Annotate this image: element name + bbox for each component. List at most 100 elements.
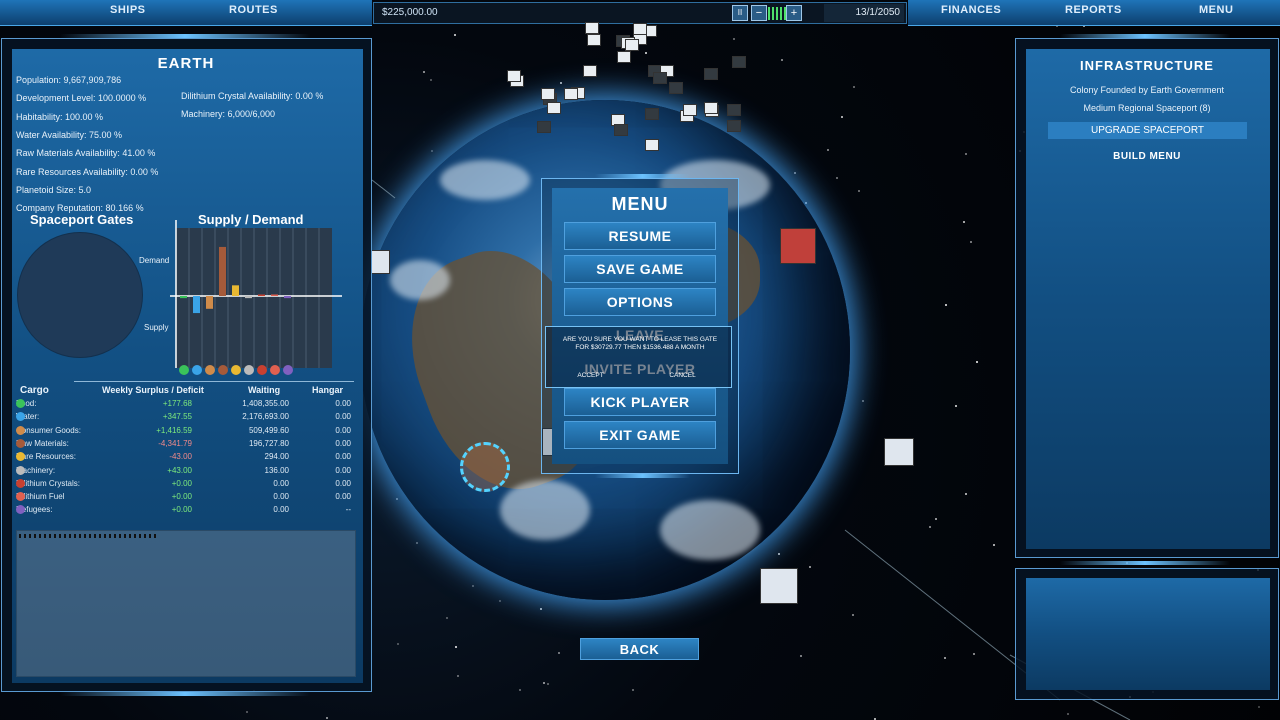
cargo-category-icon: [231, 365, 241, 375]
cargo-waiting: 294.00: [265, 452, 289, 461]
supply-demand-bar: [284, 296, 291, 298]
supply-demand-chart: [166, 216, 346, 376]
planet-name: EARTH: [0, 55, 372, 72]
cargo-header: Hangar: [312, 385, 343, 395]
cargo-hangar: --: [346, 505, 351, 514]
cargo-waiting: 2,176,693.00: [242, 412, 289, 421]
cargo-hangar: 0.00: [335, 466, 351, 475]
cargo-surplus: -43.00: [169, 452, 192, 461]
cargo-row[interactable]: Rare Resources: -43.00 294.00 0.00: [16, 452, 356, 465]
cargo-row[interactable]: Dilithium Crystals: +0.00 0.00 0.00: [16, 479, 356, 492]
cargo-category-icon: [283, 365, 293, 375]
accept-button[interactable]: ACCEPT: [558, 370, 623, 382]
planet-stat-line: Dilithium Crystal Availability: 0.00 %: [181, 91, 323, 101]
supply-demand-bar: [180, 296, 187, 298]
cargo-waiting: 0.00: [273, 492, 289, 501]
infrastructure-title: INFRASTRUCTURE: [1015, 58, 1279, 73]
cargo-icon: [16, 426, 25, 435]
cargo-name: Raw Materials:: [16, 439, 69, 448]
infrastructure-panel: [1015, 38, 1279, 558]
cargo-row[interactable]: Food: +177.68 1,408,355.00 0.00: [16, 399, 356, 412]
back-button[interactable]: BACK: [580, 638, 699, 660]
cargo-surplus: +0.00: [172, 505, 192, 514]
cancel-button[interactable]: CANCEL: [650, 370, 715, 382]
cargo-hangar: 0.00: [335, 439, 351, 448]
supply-demand-bar: [193, 296, 200, 313]
cargo-name: Food:: [16, 399, 36, 408]
cargo-icon: [16, 399, 25, 408]
supply-demand-bar: [206, 296, 213, 309]
upgrade-spaceport-button[interactable]: UPGRADE SPACEPORT: [1048, 122, 1247, 139]
cargo-surplus: +0.00: [172, 479, 192, 488]
cargo-surplus: +43.00: [167, 466, 192, 475]
supply-demand-bar: [258, 295, 265, 297]
cargo-hangar: 0.00: [335, 412, 351, 421]
planet-stat-line: Development Level: 100.0000 %: [16, 93, 146, 103]
cargo-name: Refugees:: [16, 505, 52, 514]
cargo-header: Cargo: [20, 385, 49, 396]
build-menu-button[interactable]: BUILD MENU: [1015, 151, 1279, 162]
cargo-row[interactable]: Dilithium Fuel +0.00 0.00 0.00: [16, 492, 356, 505]
cargo-icon: [16, 466, 25, 475]
glow-accent: [595, 474, 690, 478]
chat-log-box[interactable]: [16, 530, 356, 677]
cargo-name: Rare Resources:: [16, 452, 76, 461]
cargo-hangar: 0.00: [335, 479, 351, 488]
planet-stat-line: Rare Resources Availability: 0.00 %: [16, 167, 158, 177]
cargo-waiting: 196,727.80: [249, 439, 289, 448]
cargo-row[interactable]: Consumer Goods: +1,416.59 509,499.60 0.00: [16, 426, 356, 439]
cargo-name-label: Dilithium Crystals:: [16, 479, 80, 488]
lease-dialog-text: ARE YOU SURE YOU WANT TO LEASE THIS GATE…: [560, 336, 720, 352]
cargo-hangar: 0.00: [335, 492, 351, 501]
cargo-name: Water:: [16, 412, 39, 421]
cargo-waiting: 136.00: [265, 466, 289, 475]
cargo-row[interactable]: Raw Materials: -4,341.79 196,727.80 0.00: [16, 439, 356, 452]
gates-title: Spaceport Gates: [30, 212, 133, 227]
cargo-surplus: +1,416.59: [156, 426, 192, 435]
minimap[interactable]: [1026, 578, 1270, 690]
planet-stat-line: Habitability: 100.00 %: [16, 112, 103, 122]
planet-stat-line: Raw Materials Availability: 41.00 %: [16, 148, 155, 158]
cargo-surplus: +177.68: [163, 399, 192, 408]
spaceport-level-text: Medium Regional Spaceport (8): [1015, 103, 1279, 113]
supply-demand-bar: [245, 296, 252, 298]
cargo-row[interactable]: Water: +347.55 2,176,693.00 0.00: [16, 412, 356, 425]
gates-circle[interactable]: [17, 232, 143, 358]
glow-accent: [1060, 34, 1230, 38]
menu-title: MENU: [552, 194, 728, 215]
cargo-name: Machinery:: [16, 466, 55, 475]
glow-accent: [60, 692, 310, 696]
cargo-row[interactable]: Refugees: +0.00 0.00 --: [16, 505, 356, 518]
supply-demand-bar: [271, 295, 278, 297]
cargo-category-icon: [205, 365, 215, 375]
menu-resume-button[interactable]: RESUME: [564, 222, 716, 250]
cargo-name: Consumer Goods:: [16, 426, 81, 435]
glow-accent: [1060, 561, 1230, 565]
cargo-icon: [16, 479, 25, 488]
planet-stat-line: Water Availability: 75.00 %: [16, 130, 122, 140]
cargo-name-label: Consumer Goods:: [16, 426, 81, 435]
cargo-row[interactable]: Machinery: +43.00 136.00 0.00: [16, 466, 356, 479]
game-screen: SHIPS ROUTES $225,000.00 II − + 13/1/205…: [0, 0, 1280, 720]
menu-exit-game-button[interactable]: EXIT GAME: [564, 421, 716, 449]
chat-log-text: [19, 534, 159, 538]
supply-demand-bar: [232, 285, 239, 296]
demand-axis-label: Demand: [139, 256, 169, 265]
menu-options-button[interactable]: OPTIONS: [564, 288, 716, 316]
cargo-name: Dilithium Fuel: [16, 492, 64, 501]
menu-kick-player-button[interactable]: KICK PLAYER: [564, 388, 716, 416]
cargo-category-icon: [218, 365, 228, 375]
cargo-hangar: 0.00: [335, 452, 351, 461]
cargo-category-icon: [192, 365, 202, 375]
cargo-category-icon: [244, 365, 254, 375]
cargo-waiting: 509,499.60: [249, 426, 289, 435]
cargo-hangar: 0.00: [335, 399, 351, 408]
cargo-hangar: 0.00: [335, 426, 351, 435]
cargo-header: Weekly Surplus / Deficit: [102, 385, 204, 395]
planet-stat-line: Population: 9,667,909,786: [16, 75, 121, 85]
planet-stat-line: Planetoid Size: 5.0: [16, 185, 91, 195]
menu-save-game-button[interactable]: SAVE GAME: [564, 255, 716, 283]
cargo-icon: [16, 439, 25, 448]
cargo-surplus: +0.00: [172, 492, 192, 501]
supply-axis-label: Supply: [144, 323, 168, 332]
